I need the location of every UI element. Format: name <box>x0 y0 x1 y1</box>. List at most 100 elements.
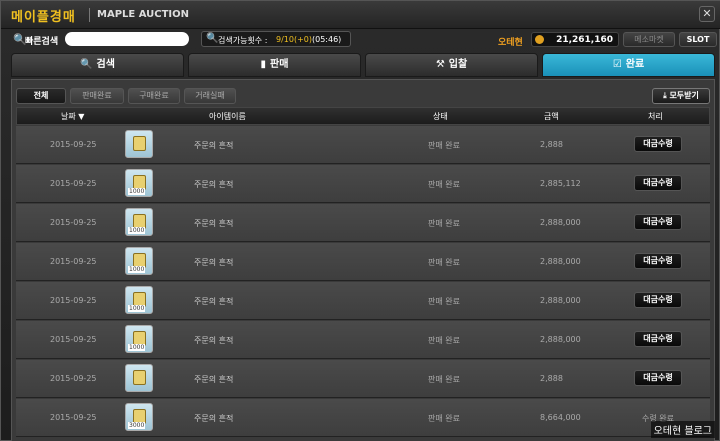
row-item-name: 주문의 흔적 <box>194 336 234 345</box>
search-count-value: 9/10(+0) <box>276 35 312 44</box>
currency-value: 21,261,160 <box>556 35 613 45</box>
scroll-item-icon[interactable]: 3000 <box>125 403 153 431</box>
table-row: 2015-09-25 1000 주문의 흔적 판매 완료 2,885,112 대… <box>16 165 710 203</box>
tab-sell[interactable]: ▮ 판매 <box>188 53 361 77</box>
title-bar: 메이플경매 MAPLE AUCTION ✕ <box>1 1 720 29</box>
row-item-name: 주문의 흔적 <box>194 141 234 150</box>
col-price: 금액 <box>544 112 559 121</box>
row-date: 2015-09-25 <box>50 413 97 422</box>
row-status: 판매 완료 <box>428 297 460 306</box>
claim-payment-button[interactable]: 대금수령 <box>634 214 682 230</box>
hammer-icon: ⚒ <box>435 59 445 70</box>
close-icon: ✕ <box>702 7 712 20</box>
tab-bid[interactable]: ⚒ 입찰 <box>365 53 538 77</box>
row-price: 2,888,000 <box>540 257 581 266</box>
claim-payment-button[interactable]: 대금수령 <box>634 331 682 347</box>
table-row: 2015-09-25 주문의 흔적 판매 완료 2,888 대금수령 <box>16 360 710 398</box>
claim-payment-button[interactable]: 대금수령 <box>634 253 682 269</box>
search-row: 🔍 빠른검색 🔍 검색가능횟수 : 9/10(+0) (05:46) 오테현 2… <box>1 29 720 51</box>
item-quantity: 1000 <box>128 344 146 351</box>
row-price: 2,888,000 <box>540 296 581 305</box>
row-date: 2015-09-25 <box>50 218 97 227</box>
claim-payment-button[interactable]: 대금수령 <box>634 136 682 152</box>
scroll-item-icon[interactable]: 1000 <box>125 325 153 353</box>
row-item-name: 주문의 흔적 <box>194 180 234 189</box>
quick-search-input[interactable] <box>65 32 189 46</box>
filter-all[interactable]: 전체 <box>16 88 66 104</box>
claim-payment-button[interactable]: 대금수령 <box>634 292 682 308</box>
row-status: 판매 완료 <box>428 219 460 228</box>
tab-complete[interactable]: ☑ 완료 <box>542 53 715 77</box>
row-status: 판매 완료 <box>428 336 460 345</box>
item-quantity: 1000 <box>128 188 146 195</box>
filter-sold[interactable]: 판매완료 <box>70 88 124 104</box>
tab-search[interactable]: 🔍 검색 <box>11 53 184 77</box>
row-price: 2,885,112 <box>540 179 581 188</box>
meso-market-button[interactable]: 메소마켓 <box>623 32 675 47</box>
receive-all-button[interactable]: ⤓ 모두받기 <box>652 88 710 104</box>
row-price: 2,888 <box>540 140 563 149</box>
col-status: 상태 <box>433 112 448 121</box>
scroll-item-icon[interactable]: 1000 <box>125 286 153 314</box>
row-date: 2015-09-25 <box>50 335 97 344</box>
search-count-box: 🔍 검색가능횟수 : 9/10(+0) (05:46) <box>201 31 351 47</box>
filter-bought[interactable]: 구매완료 <box>128 88 180 104</box>
scroll-item-icon[interactable]: 1000 <box>125 208 153 236</box>
row-date: 2015-09-25 <box>50 179 97 188</box>
download-icon: ⤓ <box>663 91 667 100</box>
tab-label: 입찰 <box>448 59 468 70</box>
row-date: 2015-09-25 <box>50 140 97 149</box>
search-count-icon: 🔍 <box>206 33 219 44</box>
table-row: 2015-09-25 1000 주문의 흔적 판매 완료 2,888,000 대… <box>16 282 710 320</box>
row-item-name: 주문의 흔적 <box>194 219 234 228</box>
table-row: 2015-09-25 주문의 흔적 판매 완료 2,888 대금수령 <box>16 126 710 164</box>
close-button[interactable]: ✕ <box>699 6 715 22</box>
tab-label: 검색 <box>96 59 115 70</box>
table-row: 2015-09-25 3000 주문의 흔적 판매 완료 8,664,000 수… <box>16 399 710 437</box>
results-list: 2015-09-25 주문의 흔적 판매 완료 2,888 대금수령 2015-… <box>16 126 710 441</box>
currency-box: 21,261,160 <box>531 32 619 47</box>
row-item-name: 주문의 흔적 <box>194 375 234 384</box>
row-price: 8,664,000 <box>540 413 581 422</box>
scroll-item-icon[interactable]: 1000 <box>125 169 153 197</box>
row-item-name: 주문의 흔적 <box>194 414 234 423</box>
col-item-name: 아이템이름 <box>209 112 246 121</box>
tab-label: 완료 <box>625 59 645 70</box>
scroll-item-icon[interactable] <box>125 130 153 158</box>
tab-label: 판매 <box>270 59 289 70</box>
completed-panel: 전체 판매완료 구매완료 거래실패 ⤓ 모두받기 날짜 ▼ 아이템이름 상태 금… <box>11 79 715 441</box>
receive-all-label: 모두받기 <box>669 91 699 100</box>
main-tabs: 🔍 검색 ▮ 판매 ⚒ 입찰 ☑ 완료 <box>11 53 715 77</box>
table-row: 2015-09-25 1000 주문의 흔적 판매 완료 2,888,000 대… <box>16 243 710 281</box>
bar-chart-icon: ▮ <box>260 59 267 70</box>
search-count-time: (05:46) <box>312 35 342 44</box>
row-date: 2015-09-25 <box>50 257 97 266</box>
row-status: 판매 완료 <box>428 414 460 423</box>
table-row: 2015-09-25 1000 주문의 흔적 판매 완료 2,888,000 대… <box>16 321 710 359</box>
filter-failed[interactable]: 거래실패 <box>184 88 236 104</box>
item-quantity: 1000 <box>128 227 146 234</box>
row-item-name: 주문의 흔적 <box>194 258 234 267</box>
claim-payment-button[interactable]: 대금수령 <box>634 175 682 191</box>
scroll-icon <box>133 370 146 385</box>
scroll-icon <box>133 136 146 151</box>
row-date: 2015-09-25 <box>50 374 97 383</box>
checkbox-icon: ☑ <box>612 59 622 70</box>
item-quantity: 1000 <box>128 305 146 312</box>
table-row: 2015-09-25 1000 주문의 흔적 판매 완료 2,888,000 대… <box>16 204 710 242</box>
coin-icon <box>535 35 544 44</box>
row-price: 2,888,000 <box>540 335 581 344</box>
row-item-name: 주문의 흔적 <box>194 297 234 306</box>
item-quantity: 3000 <box>128 422 146 429</box>
col-date[interactable]: 날짜 ▼ <box>61 111 84 122</box>
claim-payment-button[interactable]: 대금수령 <box>634 370 682 386</box>
search-count-label: 검색가능횟수 : <box>218 36 268 45</box>
auction-window: 메이플경매 MAPLE AUCTION ✕ 🔍 빠른검색 🔍 검색가능횟수 : … <box>0 0 720 441</box>
scroll-item-icon[interactable] <box>125 364 153 392</box>
window-subtitle: MAPLE AUCTION <box>97 9 190 20</box>
scroll-item-icon[interactable]: 1000 <box>125 247 153 275</box>
currency-label: 오테현 <box>498 38 523 48</box>
item-quantity: 1000 <box>128 266 146 273</box>
window-title: 메이플경매 <box>11 10 76 25</box>
slot-button[interactable]: SLOT <box>679 32 717 47</box>
